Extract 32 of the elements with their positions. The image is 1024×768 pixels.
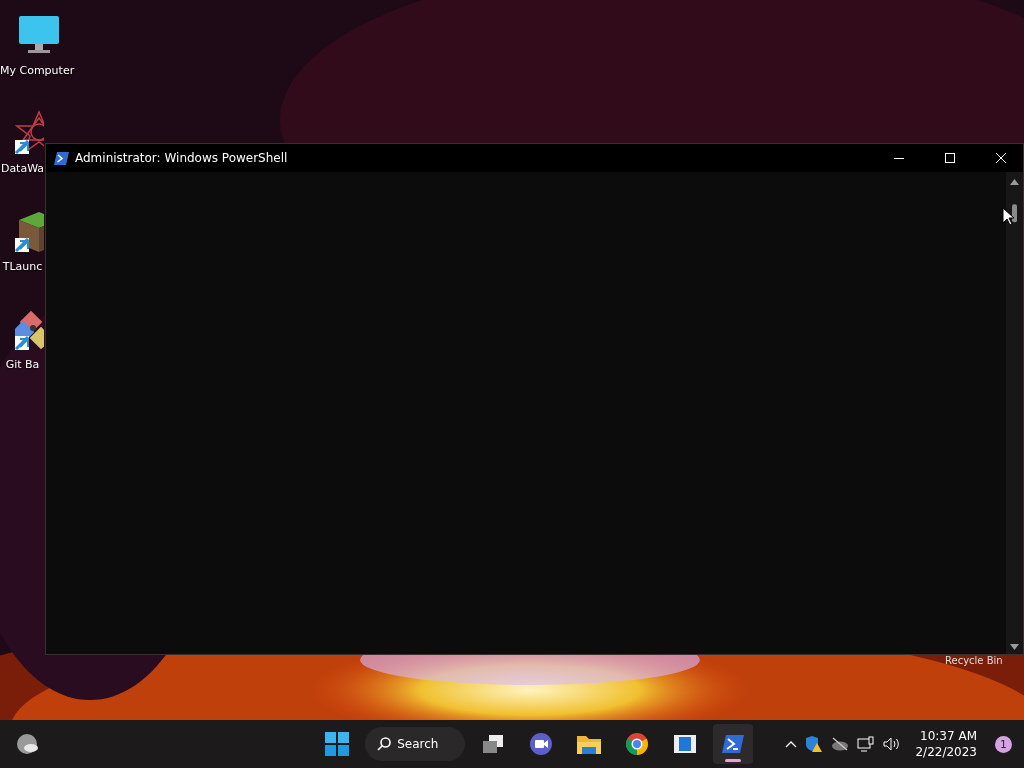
minimize-icon bbox=[893, 157, 904, 159]
desktop-icon-label: My Computer bbox=[0, 64, 75, 78]
clock-date: 2/22/2023 bbox=[915, 744, 977, 760]
taskbar-app-button[interactable] bbox=[713, 724, 754, 764]
window-title: Administrator: Windows PowerShell bbox=[75, 151, 289, 165]
network-icon[interactable] bbox=[857, 736, 876, 752]
powershell-icon bbox=[54, 151, 69, 165]
clock-time: 10:37 AM bbox=[920, 728, 977, 744]
powershell-icon bbox=[722, 734, 745, 754]
desktop-icon-label: Recycle Bin bbox=[945, 655, 1003, 667]
chevron-up-icon[interactable] bbox=[785, 740, 798, 748]
weather-icon[interactable] bbox=[16, 733, 40, 755]
desktop-icon-label: TLaunc bbox=[2, 260, 43, 274]
notification-badge[interactable]: 1 bbox=[995, 735, 1012, 753]
folder-icon bbox=[576, 733, 603, 755]
clock[interactable]: 10:37 AM 2/22/2023 bbox=[915, 728, 977, 760]
task-view-icon bbox=[481, 733, 506, 755]
shield-warning-icon[interactable] bbox=[805, 735, 824, 753]
close-icon bbox=[995, 153, 1006, 163]
search-button[interactable]: Search bbox=[365, 727, 466, 761]
desktop-icon-label: DataWa bbox=[0, 162, 45, 176]
window-app-icon bbox=[673, 734, 698, 754]
windows-icon bbox=[325, 732, 350, 756]
chrome-icon bbox=[625, 732, 650, 756]
search-icon bbox=[377, 737, 392, 751]
volume-icon[interactable] bbox=[883, 737, 902, 751]
video-chat-icon bbox=[529, 732, 554, 756]
maximize-icon bbox=[944, 153, 955, 163]
cursor-icon bbox=[1002, 207, 1014, 226]
desktop-icon-label: Git Ba bbox=[5, 358, 40, 372]
cloud-off-icon[interactable] bbox=[831, 737, 850, 751]
scroll-bar[interactable] bbox=[1006, 172, 1023, 654]
